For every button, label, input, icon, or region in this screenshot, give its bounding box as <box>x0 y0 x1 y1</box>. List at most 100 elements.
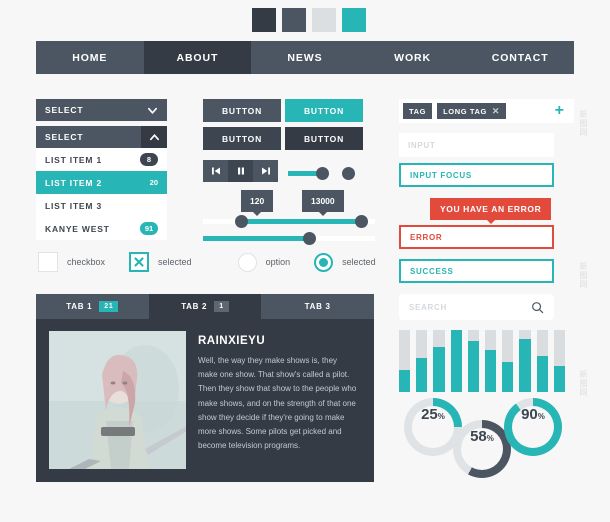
donut-chart-58: 58% <box>453 420 511 478</box>
tag-chip-closable[interactable]: LONG TAG ✕ <box>437 103 507 119</box>
tab-3[interactable]: TAB 3 <box>261 294 375 319</box>
nav-item-news[interactable]: NEWS <box>251 41 359 74</box>
nav-item-about[interactable]: ABOUT <box>143 41 252 74</box>
list-item-label: LIST ITEM 1 <box>45 154 102 165</box>
range-slider-fill <box>241 219 361 224</box>
radio-label: option <box>265 257 291 267</box>
bar-track <box>416 330 428 392</box>
panel-text: Well, the way they make shows is, they m… <box>198 356 357 451</box>
select-toggle-button[interactable] <box>141 126 167 148</box>
button-slate[interactable]: BUTTON <box>203 99 281 122</box>
list-item[interactable]: KANYE WEST 91 <box>36 217 167 240</box>
input-value: SUCCESS <box>410 266 454 276</box>
tag-chip[interactable]: TAG <box>403 103 433 119</box>
bar-fill <box>485 349 497 392</box>
media-pause-button[interactable] <box>228 160 253 182</box>
nav-item-home[interactable]: HOME <box>36 41 144 74</box>
bar-track <box>502 330 514 392</box>
input-value: INPUT FOCUS <box>410 170 472 180</box>
list-item-label: LIST ITEM 2 <box>45 177 102 188</box>
button-dark[interactable]: BUTTON <box>203 127 281 150</box>
toggle-knob-on[interactable] <box>316 167 329 180</box>
swatch-teal[interactable] <box>342 8 366 32</box>
bar-fill <box>399 370 411 392</box>
nav-item-contact[interactable]: CONTACT <box>466 41 574 74</box>
toggle-knob-off[interactable] <box>342 167 355 180</box>
character-portrait-image <box>49 331 186 469</box>
list-item[interactable]: LIST ITEM 2 20 <box>36 171 167 194</box>
radio-dot <box>319 257 329 267</box>
nav-item-work[interactable]: WORK <box>359 41 467 74</box>
bar-track <box>433 330 445 392</box>
select-option-list: LIST ITEM 1 8 LIST ITEM 2 20 LIST ITEM 3… <box>36 148 167 240</box>
close-icon[interactable]: ✕ <box>492 106 500 117</box>
select-label: SELECT <box>45 105 84 115</box>
nav-label: HOME <box>72 51 108 64</box>
tab-label: TAB 2 <box>181 302 208 311</box>
donut-percent-sign: % <box>437 412 445 421</box>
single-slider-handle[interactable] <box>303 232 316 245</box>
input-error[interactable]: ERROR <box>399 225 554 249</box>
search-icon[interactable] <box>531 301 544 314</box>
skip-previous-icon <box>211 167 220 175</box>
error-tooltip-text: YOU HAVE AN ERROR <box>440 204 542 214</box>
checkbox-unchecked[interactable] <box>38 252 58 272</box>
range-slider[interactable] <box>203 215 375 228</box>
tag-input-bar[interactable]: TAG LONG TAG ✕ + <box>399 99 574 123</box>
bar-track <box>399 330 411 392</box>
select-open[interactable]: SELECT <box>36 126 167 148</box>
single-slider[interactable] <box>203 232 375 245</box>
donut-chart-90: 90% <box>504 398 562 456</box>
tab-panel: RAINXIEYU Well, the way they make shows … <box>36 319 374 482</box>
toggle-track <box>288 171 318 176</box>
check-x-icon <box>134 257 144 267</box>
radio-checked[interactable] <box>314 252 334 272</box>
media-next-button[interactable] <box>253 160 278 182</box>
donut-value: 25 <box>421 406 438 423</box>
tab-1[interactable]: TAB 1 21 <box>36 294 149 319</box>
button-label: BUTTON <box>303 133 345 144</box>
button-darker[interactable]: BUTTON <box>285 127 363 150</box>
bar-fill <box>502 362 514 392</box>
input-success[interactable]: SUCCESS <box>399 259 554 283</box>
input-focused[interactable]: INPUT FOCUS <box>399 163 554 187</box>
slider-value-low: 120 <box>250 196 265 206</box>
watermark: 新图网 <box>579 262 588 289</box>
input-placeholder: INPUT <box>408 140 436 150</box>
toggle-switch-group <box>288 167 376 180</box>
add-tag-icon[interactable]: + <box>555 102 570 120</box>
list-item-badge: 8 <box>140 153 158 166</box>
single-slider-fill <box>203 236 309 241</box>
portrait-illustration <box>49 331 186 469</box>
donut-percent-sign: % <box>537 412 545 421</box>
media-controls <box>203 160 278 182</box>
bar-fill <box>433 347 445 392</box>
list-item[interactable]: LIST ITEM 3 <box>36 194 167 217</box>
list-item-badge: 91 <box>140 222 158 235</box>
tab-2[interactable]: TAB 2 1 <box>148 294 262 319</box>
search-box[interactable]: SEARCH <box>399 294 554 320</box>
pause-icon <box>237 167 244 175</box>
checkbox-checked[interactable] <box>129 252 150 272</box>
input-default[interactable]: INPUT <box>399 133 554 157</box>
bar-fill <box>467 341 480 392</box>
select-closed[interactable]: SELECT <box>36 99 167 121</box>
tag-label: LONG TAG <box>443 106 487 116</box>
watermark: 新图网 <box>579 370 588 397</box>
media-prev-button[interactable] <box>203 160 228 182</box>
error-tooltip: YOU HAVE AN ERROR <box>430 198 552 224</box>
button-teal[interactable]: BUTTON <box>285 99 363 122</box>
list-item[interactable]: LIST ITEM 1 8 <box>36 148 167 171</box>
radio-unchecked[interactable] <box>237 252 257 272</box>
slider-tooltip-low: 120 <box>241 190 274 216</box>
ui-kit-page: HOME ABOUT NEWS WORK CONTACT SELECT SELE… <box>0 0 610 522</box>
donut-percent-sign: % <box>486 434 494 443</box>
range-slider-handle-low[interactable] <box>235 215 248 228</box>
swatch-dark[interactable] <box>252 8 276 32</box>
swatch-light[interactable] <box>312 8 336 32</box>
nav-label: CONTACT <box>491 51 549 64</box>
range-slider-handle-high[interactable] <box>355 215 368 228</box>
chevron-down-icon <box>148 107 157 114</box>
radio-checked-label: selected <box>342 257 376 267</box>
swatch-slate[interactable] <box>282 8 306 32</box>
